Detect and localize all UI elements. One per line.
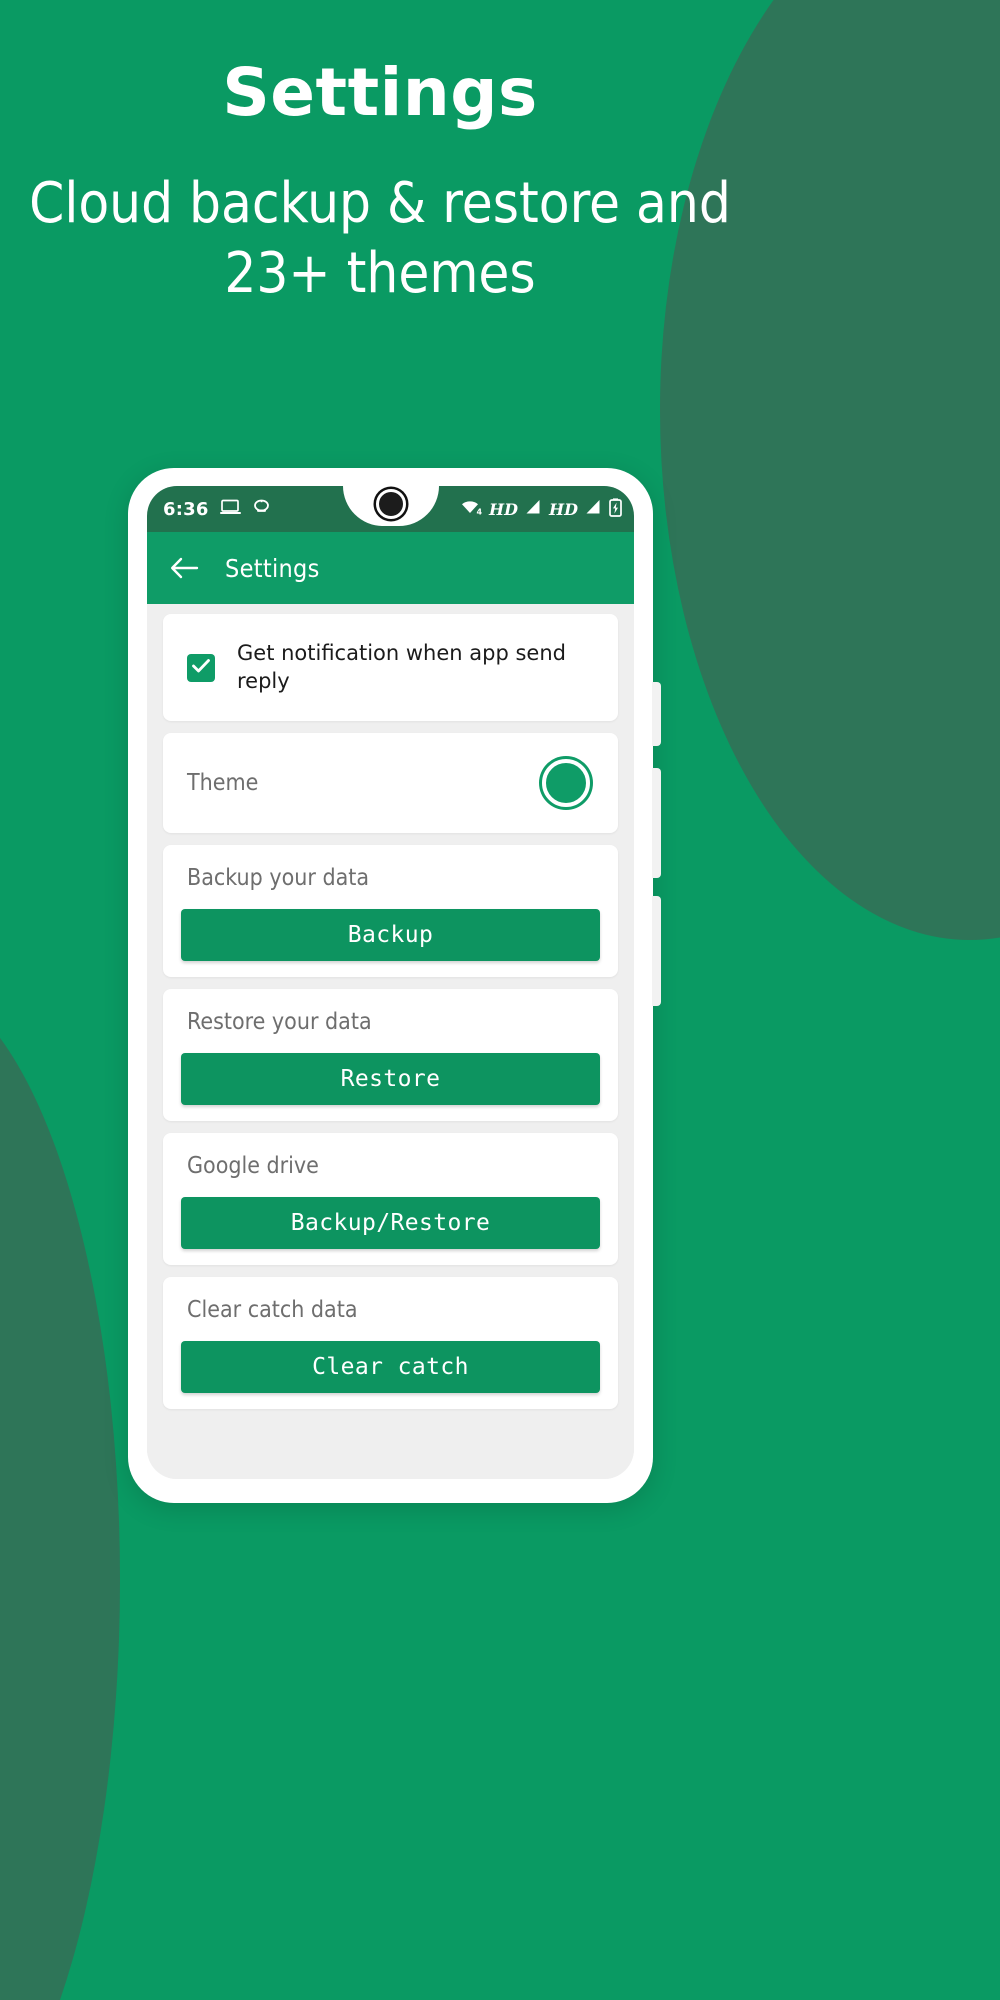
color-circle-icon[interactable]: [542, 759, 590, 808]
notification-row[interactable]: Get notification when app send reply: [181, 630, 600, 705]
backup-button[interactable]: Backup: [181, 909, 600, 962]
battery-charging-icon: [609, 497, 622, 521]
checkmark-icon: [191, 658, 211, 678]
background-blob-bottom-left: [0, 980, 120, 2000]
phone-side-button-volume[interactable]: [652, 768, 661, 878]
front-camera-icon: [375, 489, 406, 519]
wifi-4-icon: 4: [460, 499, 483, 520]
clear-catch-label: Clear catch data: [187, 1297, 358, 1324]
app-bar-title: Settings: [225, 553, 320, 583]
clear-catch-button[interactable]: Clear catch: [181, 1341, 600, 1394]
status-bar-left: 6:36: [163, 499, 270, 520]
google-drive-card: Google drive Backup/Restore: [163, 1133, 618, 1266]
notification-label: Get notification when app send reply: [237, 641, 566, 693]
hd-badge-voice: HD: [489, 499, 518, 519]
phone-side-button-power[interactable]: [652, 896, 661, 1006]
google-drive-backup-restore-button[interactable]: Backup/Restore: [181, 1197, 600, 1250]
chat-bubble-icon: [253, 499, 270, 519]
theme-label: Theme: [187, 770, 259, 797]
settings-list: Get notification when app send reply The…: [147, 604, 634, 1479]
status-bar-right: 4 HD HD: [460, 497, 622, 521]
phone-side-button-mute[interactable]: [652, 682, 661, 746]
theme-row[interactable]: Theme: [181, 749, 600, 817]
app-bar: Settings: [147, 532, 634, 604]
restore-card: Restore your data Restore: [163, 989, 618, 1122]
phone-screen: 6:36 4 HD HD Settings Get notification w…: [147, 486, 634, 1479]
promo-screenshot: Settings Cloud backup & restore and 23+ …: [0, 0, 1000, 2000]
signal-triangle-icon: [525, 499, 542, 519]
restore-button[interactable]: Restore: [181, 1053, 600, 1106]
svg-text:4: 4: [477, 507, 483, 516]
notification-card[interactable]: Get notification when app send reply: [163, 614, 618, 722]
promo-headings: Settings Cloud backup & restore and 23+ …: [0, 58, 760, 309]
backup-label: Backup your data: [187, 865, 370, 892]
laptop-icon: [219, 499, 242, 519]
theme-card[interactable]: Theme: [163, 733, 618, 834]
notification-checkbox[interactable]: [187, 653, 215, 682]
restore-label: Restore your data: [187, 1009, 372, 1036]
google-drive-label: Google drive: [187, 1153, 319, 1180]
arrow-left-icon[interactable]: [169, 556, 199, 580]
promo-subtitle: Cloud backup & restore and 23+ themes: [29, 171, 731, 307]
status-bar: 6:36 4 HD HD: [147, 486, 634, 532]
signal-triangle-icon-2: [585, 499, 602, 519]
phone-mockup: 6:36 4 HD HD Settings Get notification w…: [128, 468, 661, 1503]
page-title: Settings: [222, 54, 538, 131]
hd-badge-data: HD: [549, 499, 578, 519]
backup-card: Backup your data Backup: [163, 845, 618, 978]
camera-notch: [342, 486, 439, 526]
clear-catch-card: Clear catch data Clear catch: [163, 1277, 618, 1410]
status-bar-clock: 6:36: [163, 498, 209, 520]
